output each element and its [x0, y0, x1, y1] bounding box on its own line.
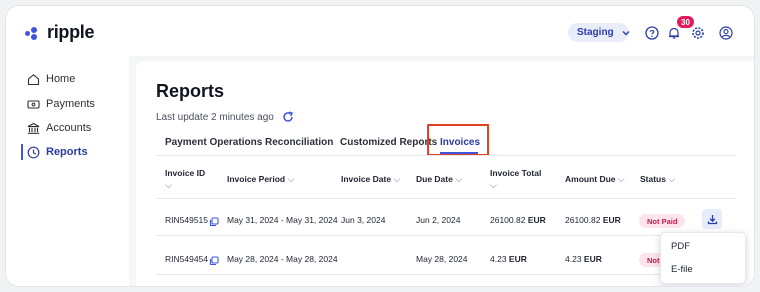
tabs-divider [156, 155, 736, 156]
page-title: Reports [156, 81, 225, 101]
column-header-invoice-id[interactable]: Invoice ID ⌵ [165, 167, 205, 191]
sidebar: Home Payments Accounts Reports [6, 56, 129, 286]
column-header-invoice-date[interactable]: Invoice Date ⌵ [341, 173, 400, 185]
ripple-logo[interactable]: ripple [25, 22, 95, 43]
invoice-total: 4.23 EUR [490, 254, 527, 264]
chevron-down-icon [622, 28, 630, 38]
sidebar-item-accounts[interactable]: Accounts [26, 120, 91, 136]
column-header-invoice-period[interactable]: Invoice Period ⌵ [227, 173, 294, 185]
sort-chevron-icon: ⌵ [668, 174, 676, 184]
sort-chevron-icon: ⌵ [393, 174, 401, 184]
user-icon[interactable] [718, 25, 733, 40]
tab-payment-operations[interactable]: Payment Operations [165, 137, 262, 148]
sort-chevron-icon: ⌵ [165, 180, 172, 190]
environment-selector[interactable]: Staging [568, 23, 630, 42]
refresh-icon[interactable] [282, 111, 294, 123]
sidebar-item-payments[interactable]: Payments [26, 96, 95, 112]
brand-name: ripple [47, 22, 95, 42]
sidebar-item-label: Payments [46, 98, 95, 110]
home-icon [26, 72, 40, 86]
app-window: ripple Staging 30 Home Payments Accounts… [5, 5, 755, 287]
invoice-period: May 28, 2024 - May 28, 2024 [227, 254, 338, 264]
invoice-total: 26100.82 EUR [490, 215, 546, 225]
gear-icon[interactable] [690, 25, 705, 40]
copy-icon[interactable] [209, 253, 219, 266]
column-header-status[interactable]: Status ⌵ [640, 173, 675, 185]
status-badge: Not Paid [639, 214, 686, 228]
bank-icon [26, 121, 40, 135]
download-button[interactable] [702, 209, 722, 229]
tab-reconciliation[interactable]: Reconciliation [265, 137, 333, 148]
sidebar-item-home[interactable]: Home [26, 71, 75, 87]
due-date: May 28, 2024 [416, 254, 468, 264]
copy-icon[interactable] [209, 214, 219, 227]
amount-due: 4.23 EUR [565, 254, 602, 264]
sidebar-item-label: Reports [46, 146, 88, 158]
help-circle-icon[interactable] [644, 25, 659, 40]
sidebar-item-reports[interactable]: Reports [26, 144, 88, 160]
due-date: Jun 2, 2024 [416, 215, 461, 225]
environment-label: Staging [577, 27, 614, 38]
header-divider [156, 198, 736, 199]
payments-icon [26, 97, 40, 111]
bell-icon[interactable] [666, 25, 681, 40]
menu-item-e-file[interactable]: E-file [671, 264, 693, 275]
sort-chevron-icon: ⌵ [455, 174, 463, 184]
invoice-date: Jun 3, 2024 [341, 215, 386, 225]
column-header-amount-due[interactable]: Amount Due ⌵ [565, 173, 625, 185]
column-header-due-date[interactable]: Due Date ⌵ [416, 173, 462, 185]
menu-item-pdf[interactable]: PDF [671, 241, 690, 252]
column-header-invoice-total[interactable]: Invoice Total ⌵ [490, 167, 541, 191]
invoice-id: RIN549515 [165, 215, 209, 225]
sidebar-item-label: Home [46, 73, 76, 85]
download-icon [707, 214, 717, 224]
ripple-logo-icon [25, 25, 45, 41]
active-indicator [21, 144, 23, 160]
sort-chevron-icon: ⌵ [490, 180, 497, 190]
row-divider [156, 274, 736, 275]
sidebar-item-label: Accounts [46, 122, 92, 134]
invoice-period: May 31, 2024 - May 31, 2024 [227, 215, 338, 225]
invoices-tab-highlight [427, 124, 489, 156]
last-update-text: Last update 2 minutes ago [156, 111, 274, 123]
download-menu: PDF E-file [660, 232, 746, 284]
sort-chevron-icon: ⌵ [287, 174, 295, 184]
amount-due: 26100.82 EUR [565, 215, 621, 225]
sort-chevron-icon: ⌵ [617, 174, 625, 184]
invoice-id: RIN549454 [165, 254, 209, 264]
reports-icon [26, 145, 40, 159]
row-divider [156, 235, 736, 236]
top-bar: ripple Staging 30 [6, 6, 754, 56]
tab-customized-reports[interactable]: Customized Reports [340, 137, 437, 148]
last-update-row: Last update 2 minutes ago [156, 111, 294, 123]
